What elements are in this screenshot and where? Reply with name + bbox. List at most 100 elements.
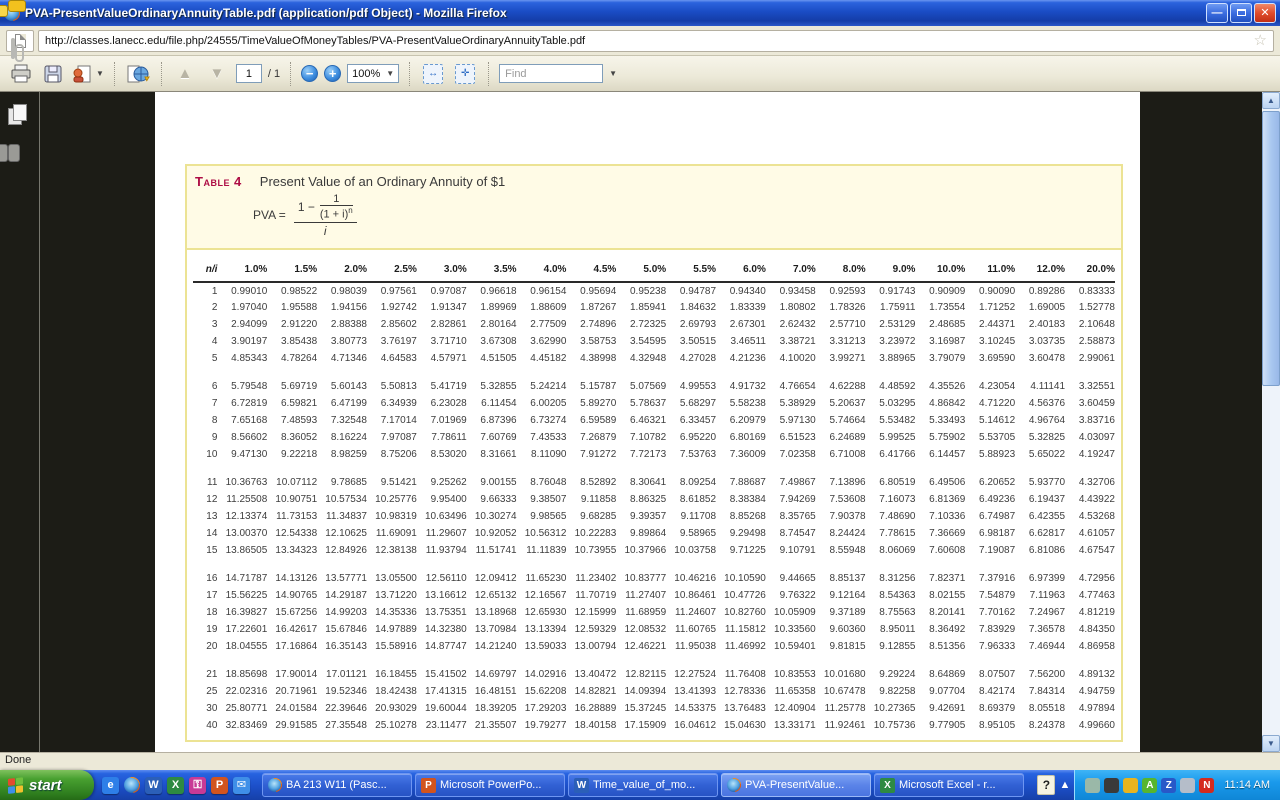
bookmark-star-icon[interactable]: ☆ (1254, 33, 1267, 48)
word-icon[interactable]: W (145, 777, 162, 794)
z-app-icon[interactable]: Z (1161, 778, 1176, 793)
cell-value: 10.57534 (317, 491, 367, 508)
cell-value: 8.30641 (616, 474, 666, 491)
cell-value: 1.88609 (517, 299, 567, 316)
cell-value: 10.47726 (716, 587, 766, 604)
cell-value: 8.98259 (317, 446, 367, 463)
export-dropdown-caret[interactable]: ▼ (96, 69, 104, 78)
cell-value: 6.98187 (965, 525, 1015, 542)
scroll-down-arrow[interactable]: ▼ (1262, 735, 1280, 752)
find-dropdown-caret[interactable]: ▼ (609, 69, 617, 78)
internet-explorer-icon[interactable]: e (102, 777, 119, 794)
taskbar-task-word[interactable]: WTime_value_of_mo... (568, 773, 718, 797)
fit-width-button[interactable]: ↔ (420, 61, 446, 87)
cell-value: 7.54879 (965, 587, 1015, 604)
keys-icon[interactable]: ⚿ (189, 777, 206, 794)
excel-icon[interactable]: X (167, 777, 184, 794)
cell-value: 8.85268 (716, 508, 766, 525)
cell-value: 6.42355 (1015, 508, 1065, 525)
cell-value: 14.09394 (616, 683, 666, 700)
previous-page-button[interactable]: ▲ (172, 61, 198, 87)
restore-button[interactable] (1230, 3, 1252, 23)
table-body-section: n/i1.0%1.5%2.0%2.5%3.0%3.5%4.0%4.5%5.0%5… (187, 250, 1121, 734)
taskbar-task-firefox[interactable]: PVA-PresentValue... (721, 773, 871, 797)
security-shield-icon[interactable] (1123, 778, 1138, 793)
cell-value: 18.39205 (467, 700, 517, 717)
scroll-up-arrow[interactable]: ▲ (1262, 92, 1280, 109)
cell-value: 9.81815 (816, 638, 866, 655)
powerpoint-icon[interactable]: P (211, 777, 228, 794)
cell-value: 17.29203 (517, 700, 567, 717)
web-buy-button[interactable] (125, 61, 151, 87)
cell-value: 10.36763 (217, 474, 267, 491)
find-input[interactable]: Find (499, 64, 603, 83)
save-button[interactable] (40, 61, 66, 87)
cell-value: 9.47130 (217, 446, 267, 463)
cell-value: 10.82760 (716, 604, 766, 621)
fit-page-button[interactable]: ✛ (452, 61, 478, 87)
taskbar-task-powerpoint[interactable]: PMicrosoft PowerPo... (415, 773, 565, 797)
novell-icon[interactable]: N (1199, 778, 1214, 793)
zoom-in-button[interactable]: + (324, 65, 341, 82)
cell-value: 9.12164 (816, 587, 866, 604)
firefox-icon[interactable] (124, 777, 140, 793)
zoom-level-select[interactable]: 100% ▼ (347, 64, 399, 83)
cell-value: 3.60478 (1015, 350, 1065, 367)
vertical-scrollbar[interactable]: ▲ ▼ (1262, 92, 1280, 752)
cell-value: 12.40904 (766, 700, 816, 717)
cell-value: 16.04612 (666, 717, 716, 734)
cell-value: 1.94156 (317, 299, 367, 316)
cell-value: 7.53608 (816, 491, 866, 508)
cell-value: 6.46321 (616, 412, 666, 429)
cell-value: 11.73153 (267, 508, 317, 525)
quick-launch-bar: e WX ⚿ P ✉ (94, 770, 258, 800)
help-button[interactable]: ? (1037, 775, 1055, 795)
print-button[interactable] (8, 61, 34, 87)
cell-value: 15.67256 (267, 604, 317, 621)
cell-value: 4.86958 (1065, 638, 1115, 655)
tools-icon[interactable] (1104, 778, 1119, 793)
outlook-express-icon[interactable]: ✉ (233, 777, 250, 794)
next-page-button[interactable]: ▼ (204, 61, 230, 87)
start-button[interactable]: start (0, 770, 94, 800)
cell-value: 2.74896 (566, 316, 616, 333)
taskbar-task-excel[interactable]: XMicrosoft Excel - r... (874, 773, 1024, 797)
cell-value: 1.80802 (766, 299, 816, 316)
url-input[interactable]: http://classes.lanecc.edu/file.php/24555… (38, 30, 1274, 52)
cell-value: 8.11090 (517, 446, 567, 463)
cell-value: 11.15812 (716, 621, 766, 638)
cell-value: 8.38384 (716, 491, 766, 508)
cell-value: 0.91743 (866, 282, 916, 299)
close-button[interactable]: ✕ (1254, 3, 1276, 23)
cell-value: 17.22601 (217, 621, 267, 638)
export-button[interactable]: ▼ (72, 61, 104, 87)
cell-value: 2.91220 (267, 316, 317, 333)
cell-value: 5.15787 (566, 378, 616, 395)
scrollbar-thumb[interactable] (1262, 111, 1280, 386)
table-title: Present Value of an Ordinary Annuity of … (260, 174, 505, 189)
task-label: PVA-PresentValue... (745, 779, 865, 791)
cell-value: 7.70162 (965, 604, 1015, 621)
cell-value: 4.85343 (217, 350, 267, 367)
cell-value: 10.27365 (866, 700, 916, 717)
cell-value: 0.96154 (517, 282, 567, 299)
cell-value: 14.35336 (367, 604, 417, 621)
antivirus-icon[interactable]: A (1142, 778, 1157, 793)
hardware-icon[interactable] (1085, 778, 1100, 793)
table-row: 1211.2550810.9075110.5753410.257769.9540… (193, 491, 1115, 508)
cell-value: 6.80169 (716, 429, 766, 446)
header-rate: 1.0% (217, 262, 267, 282)
attachments-paperclip-icon[interactable] (11, 38, 15, 59)
window-title: PVA-PresentValueOrdinaryAnnuityTable.pdf… (25, 6, 1201, 20)
minimize-button[interactable]: — (1206, 3, 1228, 23)
cell-period: 14 (193, 525, 217, 542)
zoom-out-button[interactable]: − (301, 65, 318, 82)
cell-value: 2.40183 (1015, 316, 1065, 333)
cell-value: 7.84314 (1015, 683, 1065, 700)
cell-value: 7.91272 (566, 446, 616, 463)
page-number-input[interactable] (236, 64, 262, 83)
volume-icon[interactable] (1180, 778, 1195, 793)
cell-period: 10 (193, 446, 217, 463)
taskbar-task-firefox[interactable]: BA 213 W11 (Pasc... (262, 773, 412, 797)
hidden-icons-chevron[interactable]: ▲ (1059, 779, 1070, 791)
